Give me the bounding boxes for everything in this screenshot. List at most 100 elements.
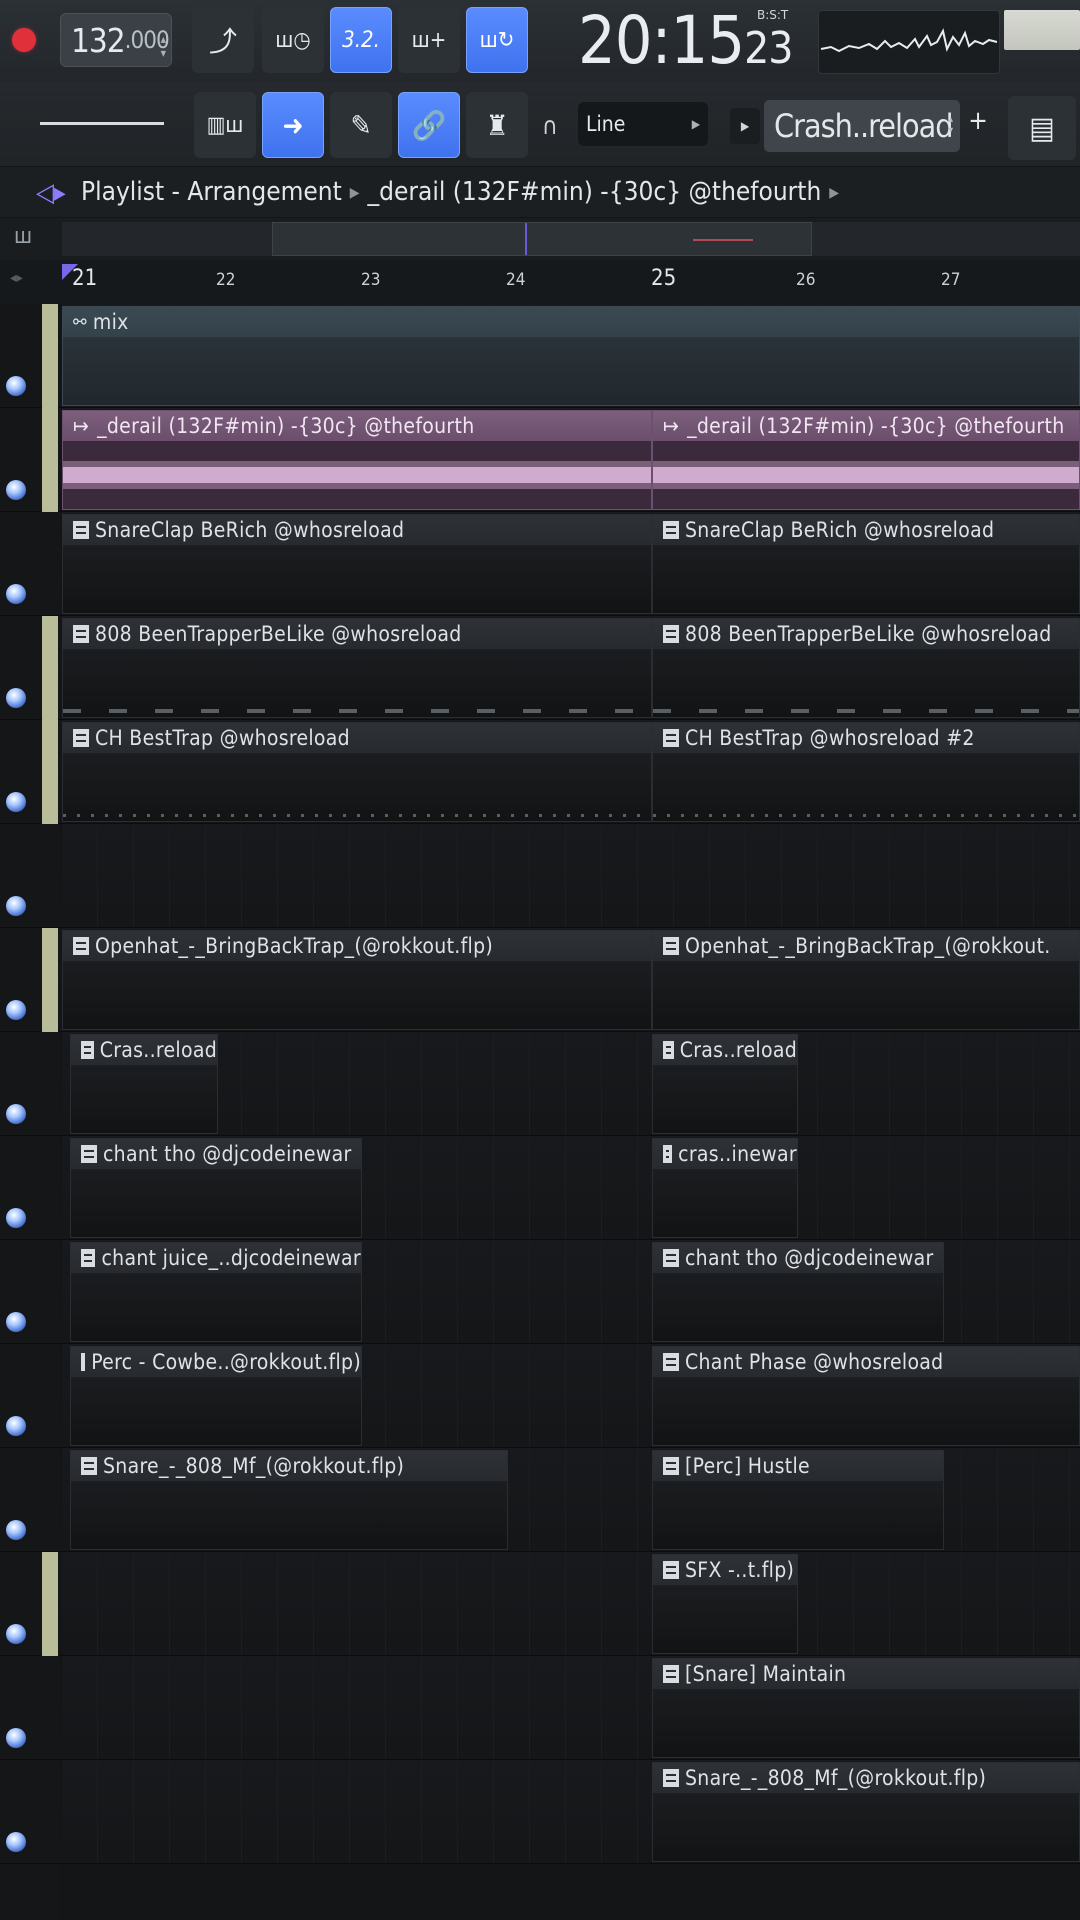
track-mute-button[interactable] [6,1312,26,1332]
metronome-tool-button[interactable]: ⤴ [192,7,254,73]
scroll-arrows-icon[interactable]: ◂▸ [10,270,23,286]
clock-main: 20:15 [578,2,745,79]
clip-label: Chant Phase @whosreload [685,1350,944,1374]
pattern-clip[interactable]: SnareClap BeRich @whosreload [652,514,1080,614]
tempo-stepper-icon[interactable]: ▴ ▾ [161,32,167,60]
track-mute-button[interactable] [6,480,26,500]
track-mute-button[interactable] [6,1104,26,1124]
countdown-button[interactable]: 3.2. [330,7,392,73]
snap-select[interactable]: Line ▶ [578,102,708,146]
pattern-clip[interactable]: Perc - Cowbe..@rokkout.flp) [70,1346,362,1446]
track-mute-button[interactable] [6,1728,26,1748]
speaker-icon[interactable]: ◁▸ [36,178,66,208]
link-button[interactable]: 🔗 [398,92,460,158]
arrangement-name[interactable]: _derail (132F#min) -{30c} @thefourth [367,177,821,207]
clip-header[interactable]: chant tho @djcodeinewar [71,1139,361,1169]
track-toggle-icon[interactable]: ш [14,224,32,249]
pattern-clip[interactable]: [Snare] Maintain [652,1658,1080,1758]
wait-input-button[interactable]: ш◷ [262,7,324,73]
clip-header[interactable]: Cras..reload [71,1035,217,1065]
pattern-clip[interactable]: chant juice_..djcodeinewar [70,1242,362,1342]
lane-grid[interactable] [62,1552,1080,1655]
clip-header[interactable]: cras..inewar [653,1139,797,1169]
step-edit-button[interactable]: ш+ [398,7,460,73]
pattern-clip[interactable]: Snare_-_808_Mf_(@rokkout.flp) [652,1762,1080,1862]
clip-header[interactable]: [Snare] Maintain [653,1659,1079,1689]
clip-header[interactable]: Perc - Cowbe..@rokkout.flp) [71,1347,361,1377]
clip-header[interactable]: 808 BeenTrapperBeLike @whosreload [63,619,651,649]
pattern-clip[interactable]: 808 BeenTrapperBeLike @whosreload [62,618,652,718]
pattern-clip[interactable]: SFX -..t.flp) [652,1554,798,1654]
clip-header[interactable]: Openhat_-_BringBackTrap_(@rokkout. [653,931,1079,961]
pattern-play-button[interactable]: ▶ [730,108,760,144]
lane-grid[interactable] [62,824,1080,927]
pattern-clip[interactable]: Cras..reload [70,1034,218,1134]
pattern-clip[interactable]: [Perc] Hustle [652,1450,944,1550]
clip-label: cras..inewar [678,1142,797,1166]
track-mute-button[interactable] [6,376,26,396]
stamp-button[interactable]: ♜ [466,92,528,158]
pattern-clip[interactable]: Snare_-_808_Mf_(@rokkout.flp) [70,1450,508,1550]
clip-header[interactable]: 808 BeenTrapperBeLike @whosreload [653,619,1079,649]
clip-header[interactable]: SFX -..t.flp) [653,1555,797,1585]
clip-header[interactable]: [Perc] Hustle [653,1451,943,1481]
pattern-clip[interactable]: Chant Phase @whosreload [652,1346,1080,1446]
clip-header[interactable]: CH BestTrap @whosreload [63,723,651,753]
pattern-clip[interactable]: chant tho @djcodeinewar [652,1242,944,1342]
track-mute-button[interactable] [6,896,26,916]
clip-header[interactable]: ↦ _derail (132F#min) -{30c} @thefourth [63,411,651,441]
pattern-clip[interactable]: chant tho @djcodeinewar [70,1138,362,1238]
record-button[interactable] [12,28,36,52]
track-mute-button[interactable] [6,1208,26,1228]
pattern-selector[interactable]: Crash..reload ▴ ▾ [764,100,960,152]
track-mute-button[interactable] [6,688,26,708]
clip-label: Snare_-_808_Mf_(@rokkout.flp) [685,1766,987,1790]
clip-header[interactable]: Cras..reload [653,1035,797,1065]
pattern-clip[interactable]: CH BestTrap @whosreload #2 [652,722,1080,822]
pattern-clip[interactable]: Openhat_-_BringBackTrap_(@rokkout. [652,930,1080,1030]
clip-body [63,649,651,717]
song-position-clock[interactable]: 20:1523 [578,2,793,79]
updown-icon[interactable]: ▴ ▾ [948,114,952,136]
loop-record-button[interactable]: ш↻ [466,7,528,73]
track-mute-button[interactable] [6,1624,26,1644]
automation-clip[interactable]: ⚯ mix [62,306,1080,406]
piano-roll-button[interactable]: ▥ш [194,92,256,158]
overview-view-window[interactable] [272,222,812,256]
clip-header[interactable]: Snare_-_808_Mf_(@rokkout.flp) [71,1451,507,1481]
pattern-clip[interactable]: cras..inewar [652,1138,798,1238]
paint-tool-button[interactable]: ✎ [330,92,392,158]
timeline-ruler[interactable] [0,260,1080,305]
track-mute-button[interactable] [6,1832,26,1852]
track-color-marker [42,1552,58,1656]
clip-header[interactable]: Chant Phase @whosreload [653,1347,1079,1377]
clip-header[interactable]: ⚯ mix [63,307,1079,337]
audio-clip[interactable]: ↦ _derail (132F#min) -{30c} @thefourth [652,410,1080,510]
track-mute-button[interactable] [6,792,26,812]
clip-header[interactable]: chant juice_..djcodeinewar [71,1243,361,1273]
clip-header[interactable]: Snare_-_808_Mf_(@rokkout.flp) [653,1763,1079,1793]
tempo-display[interactable]: 132.000 ▴ ▾ [60,13,172,67]
track-mute-button[interactable] [6,1000,26,1020]
track-mute-button[interactable] [6,584,26,604]
clip-header[interactable]: Openhat_-_BringBackTrap_(@rokkout.flp) [63,931,651,961]
pattern-clip[interactable]: SnareClap BeRich @whosreload [62,514,652,614]
clip-header[interactable]: chant tho @djcodeinewar [653,1243,943,1273]
clip-body [71,1377,361,1445]
track-mute-button[interactable] [6,1520,26,1540]
step-edit-icon: ш+ [411,27,447,53]
clip-header[interactable]: SnareClap BeRich @whosreload [63,515,651,545]
pattern-clip[interactable]: Cras..reload [652,1034,798,1134]
magnet-icon[interactable]: ∩ [542,112,558,140]
follow-playback-button[interactable]: ➜ [262,92,324,158]
pattern-clip[interactable]: 808 BeenTrapperBeLike @whosreload [652,618,1080,718]
clip-header[interactable]: ↦ _derail (132F#min) -{30c} @thefourth [653,411,1079,441]
audio-clip[interactable]: ↦ _derail (132F#min) -{30c} @thefourth [62,410,652,510]
clip-header[interactable]: SnareClap BeRich @whosreload [653,515,1079,545]
pattern-clip[interactable]: CH BestTrap @whosreload [62,722,652,822]
clip-header[interactable]: CH BestTrap @whosreload #2 [653,723,1079,753]
pattern-clip[interactable]: Openhat_-_BringBackTrap_(@rokkout.flp) [62,930,652,1030]
playlist-options-button[interactable]: ▤ [1008,96,1076,160]
add-pattern-button[interactable]: + [966,106,990,146]
track-mute-button[interactable] [6,1416,26,1436]
